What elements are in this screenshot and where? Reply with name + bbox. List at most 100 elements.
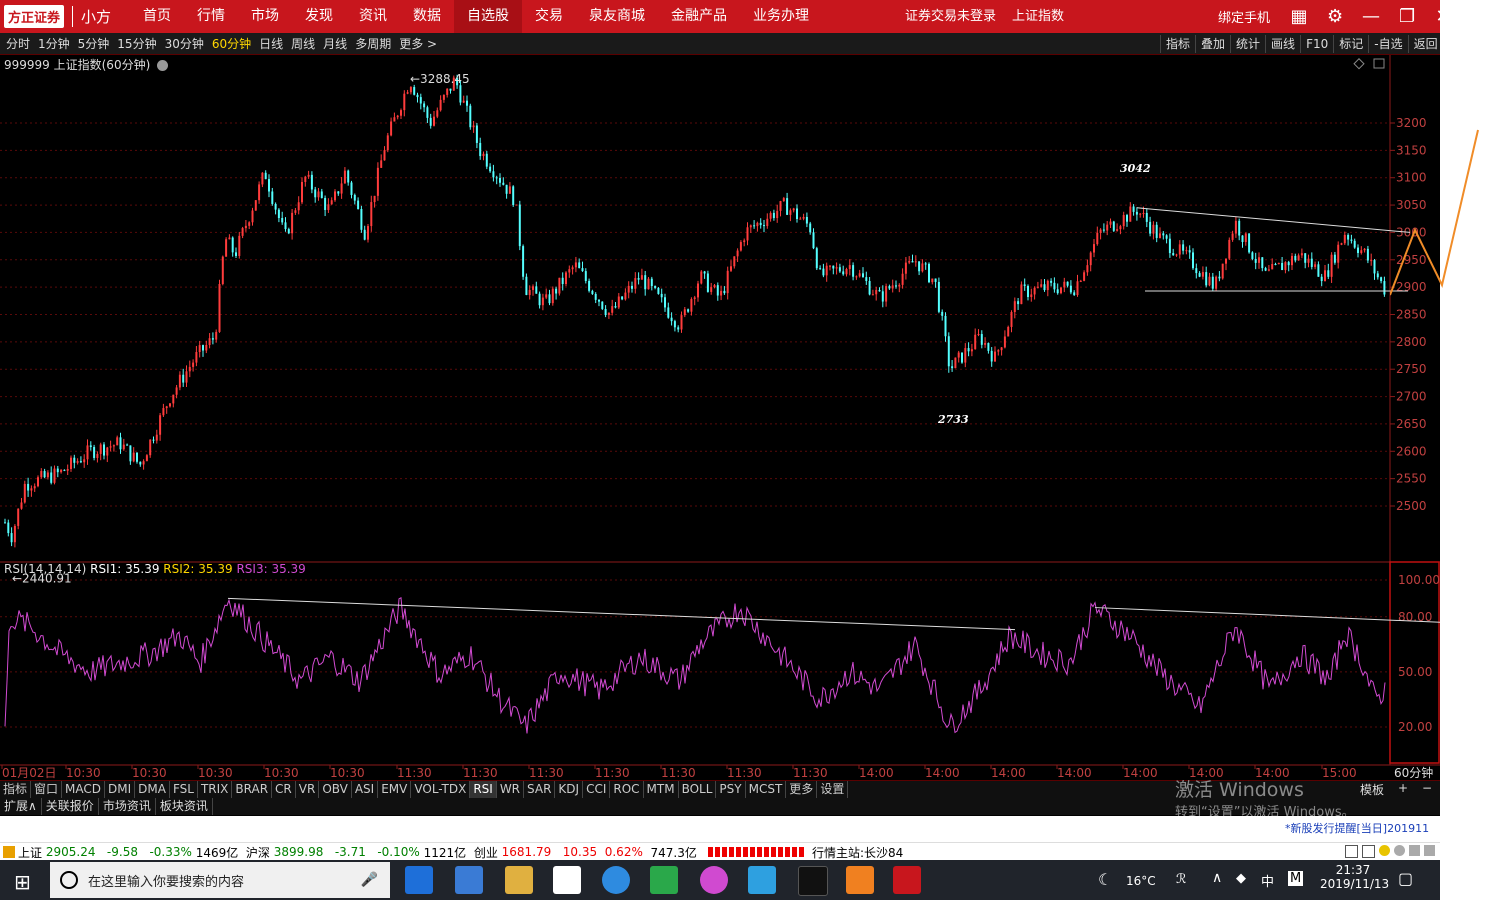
extension-tab[interactable]: 关联报价: [42, 798, 99, 815]
period-tab[interactable]: 15分钟: [113, 35, 160, 53]
info-circle-icon[interactable]: [157, 60, 169, 71]
pdf-icon[interactable]: [846, 866, 874, 894]
indicator-tab[interactable]: WR: [497, 781, 525, 798]
chart-tool-button[interactable]: 画线: [1265, 35, 1300, 53]
nav-item[interactable]: 资讯: [346, 0, 400, 33]
hs-name[interactable]: 沪深: [246, 844, 270, 861]
nav-item[interactable]: 自选股: [454, 0, 522, 33]
period-tab[interactable]: 周线: [287, 35, 319, 53]
ie-icon[interactable]: [602, 866, 630, 894]
ime-indicator[interactable]: 中: [1261, 871, 1274, 890]
microphone-icon[interactable]: 🎤: [361, 872, 378, 888]
indicator-tab[interactable]: 更多: [786, 781, 818, 798]
indicator-tab[interactable]: VR: [296, 781, 320, 798]
server-info[interactable]: 行情主站:长沙84: [812, 844, 903, 861]
chart-tool-button[interactable]: 返回: [1407, 35, 1443, 53]
people-icon[interactable]: ℛ: [1176, 872, 1186, 887]
founder-app-icon[interactable]: [893, 866, 921, 894]
zoom-in-icon[interactable]: +: [1398, 781, 1408, 795]
chart-tool-button[interactable]: 叠加: [1195, 35, 1230, 53]
period-tab[interactable]: 日线: [255, 35, 287, 53]
m-icon[interactable]: M: [1288, 871, 1304, 886]
notification-icon[interactable]: ▢: [1398, 869, 1413, 888]
chart-tool-button[interactable]: F10: [1300, 35, 1333, 53]
chart-tool-button[interactable]: 标记: [1333, 35, 1368, 53]
indicator-tab[interactable]: OBV: [319, 781, 352, 798]
period-tab[interactable]: 月线: [319, 35, 351, 53]
qq-icon[interactable]: [798, 866, 828, 896]
chevron-up-icon[interactable]: ∧: [1212, 870, 1222, 886]
windows-start-icon[interactable]: ⊞: [14, 870, 31, 894]
trade-login-link[interactable]: 证券交易未登录: [905, 0, 996, 33]
indicator-tab[interactable]: 指标: [0, 781, 32, 798]
nav-item[interactable]: 发现: [292, 0, 346, 33]
color-wheel-icon[interactable]: [700, 866, 728, 894]
period-tab[interactable]: 1分钟: [34, 35, 74, 53]
period-tab[interactable]: 更多 >: [395, 35, 441, 53]
nav-item[interactable]: 市场: [238, 0, 292, 33]
indicator-tab[interactable]: MCST: [746, 781, 787, 798]
edge-icon[interactable]: [405, 866, 433, 894]
period-tab[interactable]: 分时: [2, 35, 34, 53]
indicator-tab[interactable]: ASI: [352, 781, 379, 798]
coin-icon[interactable]: [1379, 845, 1390, 856]
nav-item[interactable]: 业务办理: [740, 0, 822, 33]
store-icon[interactable]: [455, 866, 483, 894]
period-tab[interactable]: 多周期: [351, 35, 395, 53]
folder-icon[interactable]: [505, 866, 533, 894]
period-tab[interactable]: 60分钟: [208, 35, 255, 53]
indicator-tab[interactable]: BRAR: [232, 781, 273, 798]
minimize-icon[interactable]: —: [1358, 4, 1384, 30]
network-icon[interactable]: ◆: [1236, 871, 1246, 886]
indicator-tab[interactable]: DMA: [135, 781, 170, 798]
indicator-tab[interactable]: TRIX: [198, 781, 233, 798]
nav-item[interactable]: 数据: [400, 0, 454, 33]
mail-icon[interactable]: [553, 866, 581, 894]
chart-tool-button[interactable]: 统计: [1230, 35, 1265, 53]
chart-tool-button[interactable]: -自选: [1368, 35, 1407, 53]
indicator-tab[interactable]: PSY: [716, 781, 746, 798]
gear-icon[interactable]: ⚙: [1322, 4, 1348, 30]
period-tab[interactable]: 5分钟: [74, 35, 114, 53]
extension-tab[interactable]: 板块资讯: [156, 798, 213, 815]
nav-item[interactable]: 首页: [130, 0, 184, 33]
indicator-tab[interactable]: CCI: [583, 781, 611, 798]
indicator-tab[interactable]: DMI: [105, 781, 136, 798]
bind-phone-link[interactable]: 绑定手机: [1218, 7, 1270, 26]
taskbar-search[interactable]: 在这里输入你要搜索的内容 🎤: [50, 862, 390, 898]
chart-tool-button[interactable]: 指标: [1160, 35, 1195, 53]
indicator-tab[interactable]: FSL: [170, 781, 198, 798]
sh-name[interactable]: 上证: [18, 844, 42, 861]
clock[interactable]: 21:37 2019/11/13: [1320, 863, 1389, 891]
indicator-tab[interactable]: 设置: [817, 781, 849, 798]
grid-icon[interactable]: ▦: [1286, 4, 1312, 30]
indicator-tab[interactable]: ROC: [610, 781, 644, 798]
indicator-tab[interactable]: BOLL: [679, 781, 717, 798]
nav-item[interactable]: 金融产品: [658, 0, 740, 33]
indicator-tab[interactable]: MACD: [62, 781, 106, 798]
arrow-icon[interactable]: [1424, 845, 1435, 856]
nav-item[interactable]: 泉友商城: [576, 0, 658, 33]
photos-icon[interactable]: [650, 866, 678, 894]
template-button[interactable]: 模板: [1360, 781, 1384, 798]
zoom-out-icon[interactable]: −: [1422, 781, 1432, 795]
video-player-icon[interactable]: [748, 866, 776, 894]
window-icon[interactable]: [1345, 845, 1358, 858]
indicator-tab[interactable]: 窗口: [31, 781, 63, 798]
ipo-notice[interactable]: *新股发行提醒[当日]201911: [1285, 820, 1429, 836]
indicator-tab[interactable]: CR: [272, 781, 296, 798]
maximize-icon[interactable]: ❐: [1394, 4, 1420, 30]
indicator-tab[interactable]: VOL-TDX: [411, 781, 471, 798]
nav-item[interactable]: 行情: [184, 0, 238, 33]
gear-icon[interactable]: [1394, 845, 1405, 856]
indicator-tab[interactable]: EMV: [378, 781, 412, 798]
indicator-tab[interactable]: MTM: [644, 781, 679, 798]
extension-tab[interactable]: 市场资讯: [99, 798, 156, 815]
indicator-tab[interactable]: SAR: [524, 781, 556, 798]
indicator-tab[interactable]: KDJ: [555, 781, 584, 798]
index-link[interactable]: 上证指数: [1012, 0, 1064, 33]
window-icon[interactable]: [1362, 845, 1375, 858]
bell-icon[interactable]: [1409, 845, 1420, 856]
kline-chart[interactable]: 3200315031003050300029502900285028002750…: [0, 55, 1440, 780]
weather-temp[interactable]: 16°C: [1126, 874, 1156, 888]
